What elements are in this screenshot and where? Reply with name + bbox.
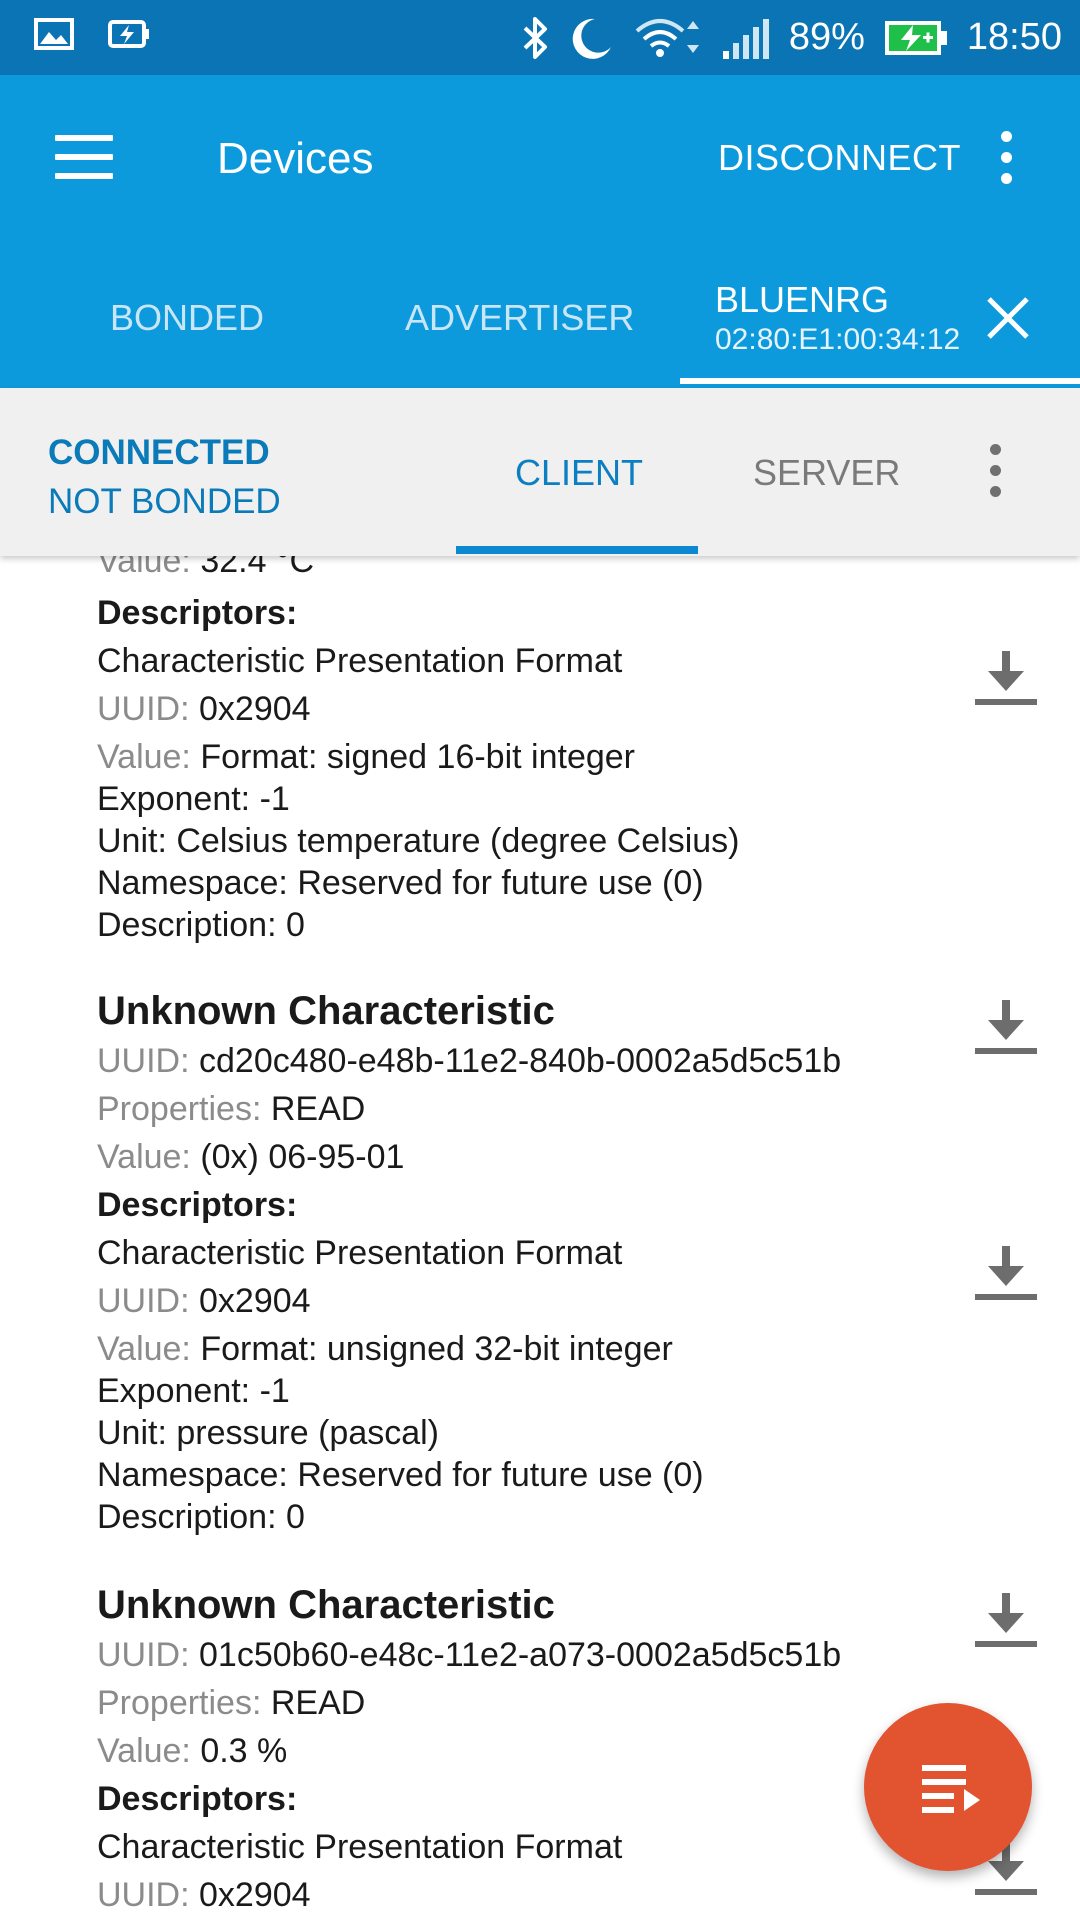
- characteristic-properties: Properties: READ: [97, 1684, 366, 1722]
- descriptor-name: Characteristic Presentation Format: [97, 1234, 623, 1272]
- characteristic-value: Value: 0.3 %: [97, 1732, 288, 1770]
- log-fab-button[interactable]: [864, 1703, 1032, 1871]
- descriptor-exponent: Exponent: -1: [97, 1372, 290, 1410]
- descriptor-uuid: UUID: 0x2904: [97, 1876, 311, 1914]
- moon-icon: [572, 18, 611, 59]
- descriptor-value: Value: Format: unsigned 32-bit integer: [97, 1330, 673, 1368]
- tab-bonded[interactable]: BONDED: [110, 297, 264, 339]
- download-icon[interactable]: [975, 1000, 1037, 1056]
- clock-time: 18:50: [966, 16, 1062, 58]
- bluetooth-icon: [523, 16, 547, 59]
- characteristic-uuid: UUID: 01c50b60-e48c-11e2-a073-0002a5d5c5…: [97, 1636, 842, 1674]
- disconnect-button[interactable]: DISCONNECT: [718, 137, 961, 179]
- descriptors-heading: Descriptors:: [97, 1186, 298, 1224]
- connection-bar: CONNECTED NOT BONDED CLIENT SERVER: [0, 388, 1080, 556]
- close-icon[interactable]: [985, 295, 1031, 341]
- descriptor-unit: Unit: pressure (pascal): [97, 1414, 440, 1452]
- descriptor-name: Characteristic Presentation Format: [97, 1828, 623, 1866]
- battery-saver-icon: [108, 20, 149, 48]
- connection-state: CONNECTED: [48, 433, 270, 472]
- descriptor-unit: Unit: Celsius temperature (degree Celsiu…: [97, 822, 740, 860]
- connection-status: CONNECTED NOT BONDED: [48, 428, 281, 526]
- tab-server[interactable]: SERVER: [753, 452, 900, 494]
- signal-icon: [722, 18, 769, 59]
- descriptor-description: Description: 0: [97, 906, 305, 944]
- descriptor-description: Description: 0: [97, 1498, 305, 1536]
- battery-charging-icon: [884, 20, 947, 55]
- status-bar: 89% 18:50: [0, 0, 1080, 75]
- tab-advertiser[interactable]: ADVERTISER: [405, 297, 634, 339]
- battery-percent: 89%: [788, 16, 865, 58]
- tab-indicator: [680, 378, 1080, 384]
- app-bar: Devices DISCONNECT BONDED ADVERTISER BLU…: [0, 75, 1080, 388]
- characteristic-properties: Properties: READ: [97, 1090, 366, 1128]
- download-icon[interactable]: [975, 1246, 1037, 1302]
- descriptor-namespace: Namespace: Reserved for future use (0): [97, 864, 704, 902]
- gallery-icon: [34, 18, 74, 50]
- download-icon[interactable]: [975, 651, 1037, 707]
- device-name: BLUENRG: [715, 279, 890, 320]
- descriptor-uuid: UUID: 0x2904: [97, 690, 311, 728]
- characteristic-value: Value: (0x) 06-95-01: [97, 1138, 405, 1176]
- characteristic-uuid: UUID: cd20c480-e48b-11e2-840b-0002a5d5c5…: [97, 1042, 842, 1080]
- more-options-icon[interactable]: [996, 131, 1016, 191]
- tab-client[interactable]: CLIENT: [515, 452, 643, 494]
- wifi-icon: [635, 18, 699, 57]
- descriptor-exponent: Exponent: -1: [97, 780, 290, 818]
- download-icon[interactable]: [975, 1593, 1037, 1649]
- descriptor-value: Value: Format: signed 16-bit integer: [97, 738, 635, 776]
- characteristic-title: Unknown Characteristic: [97, 989, 555, 1033]
- descriptors-heading: Descriptors:: [97, 1780, 298, 1818]
- tab-device[interactable]: BLUENRG 02:80:E1:00:34:12: [715, 279, 960, 357]
- device-address: 02:80:E1:00:34:12: [715, 323, 961, 356]
- menu-icon[interactable]: [55, 135, 113, 179]
- more-options-icon[interactable]: [985, 444, 1005, 504]
- descriptor-uuid: UUID: 0x2904: [97, 1282, 311, 1320]
- subtab-indicator: [456, 546, 698, 554]
- descriptor-name: Characteristic Presentation Format: [97, 642, 623, 680]
- partial-value-row: Value: 32.4 °C: [97, 556, 315, 580]
- characteristic-title: Unknown Characteristic: [97, 1583, 555, 1627]
- page-title: Devices: [217, 134, 374, 183]
- bond-state: NOT BONDED: [48, 482, 281, 521]
- descriptors-heading: Descriptors:: [97, 594, 298, 632]
- descriptor-namespace: Namespace: Reserved for future use (0): [97, 1456, 704, 1494]
